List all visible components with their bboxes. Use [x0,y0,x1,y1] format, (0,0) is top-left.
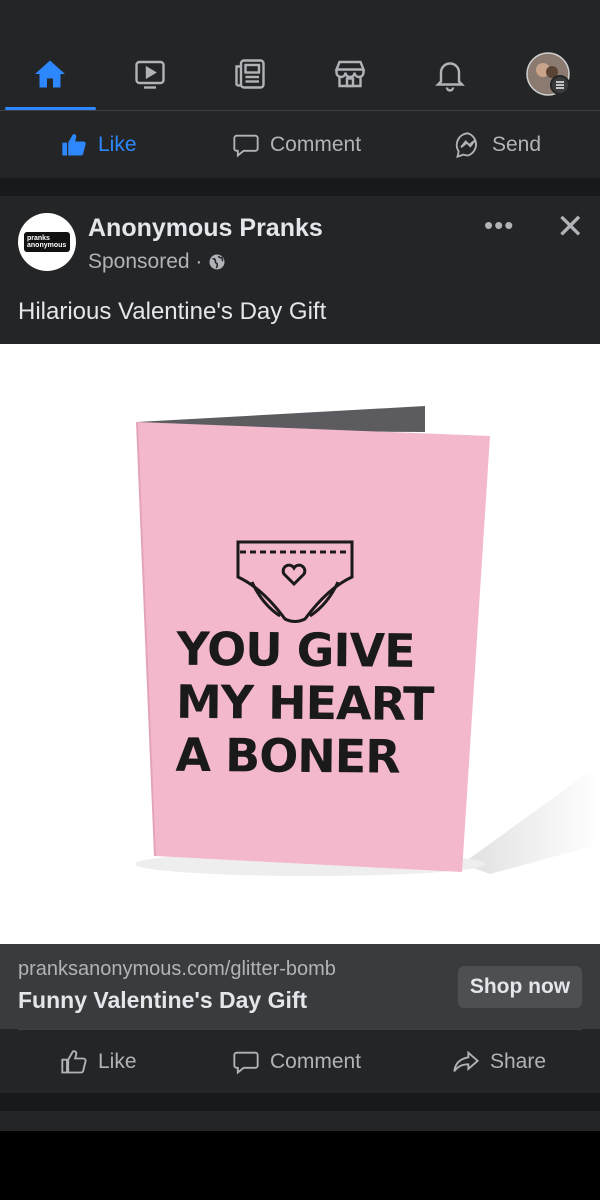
top-navigation-bar [0,0,600,110]
card-text-line-3: A BONER [175,727,400,784]
page-avatar[interactable]: pranks anonymous [18,213,76,271]
logo-line-2: anonymous [27,242,67,249]
send-label: Send [492,132,542,156]
logo-line-1: pranks [27,235,50,242]
feed-gap [0,178,600,196]
send-button[interactable]: Send [454,111,541,178]
sponsored-label: Sponsored · [88,250,203,273]
thumbs-up-icon [61,1049,87,1073]
share-label: Share [490,1049,547,1073]
comment-button[interactable]: Comment [232,1030,361,1093]
comment-label: Comment [270,1049,362,1073]
like-button[interactable]: Like [60,1030,137,1093]
next-post-edge [0,1111,600,1131]
more-options-icon[interactable]: ••• [484,210,514,241]
post-text: Hilarious Valentine's Day Gift [18,298,327,325]
like-label: Like [98,132,137,156]
share-button[interactable]: Share [452,1030,546,1093]
feed-gap [0,1093,600,1111]
card-text-line-2: MY HEART [175,674,434,732]
comment-button[interactable]: Comment [232,111,361,178]
marketplace-icon[interactable] [328,52,372,96]
notifications-icon[interactable] [428,52,472,96]
share-icon [453,1050,480,1072]
post-image[interactable]: YOU GIVE MY HEART A BONER [0,344,600,944]
link-url: pranksanonymous.com/glitter-bomb [18,958,336,980]
card-text-line-1: YOU GIVE [176,621,415,678]
pranks-anonymous-logo: pranks anonymous [24,232,70,252]
close-icon[interactable]: ✕ [556,207,585,247]
sponsored-label-row: Sponsored · [88,250,226,274]
post-action-bar: Like Comment Share [0,1030,600,1093]
like-button[interactable]: Like [60,111,137,178]
comment-icon [233,134,259,157]
comment-icon [233,1051,259,1074]
watch-icon[interactable] [128,52,172,96]
page-name[interactable]: Anonymous Pranks [88,214,323,243]
home-icon[interactable] [28,52,72,96]
like-label: Like [98,1049,137,1073]
card-text: YOU GIVE MY HEART A BONER [175,621,456,784]
thumbs-up-icon [62,133,86,155]
previous-post-action-bar: Like Comment Send [0,111,600,178]
news-icon[interactable] [228,52,272,96]
link-title: Funny Valentine's Day Gift [18,987,308,1013]
messenger-icon [455,131,477,158]
system-bottom-area [0,1131,600,1200]
globe-icon [209,254,225,270]
comment-label: Comment [270,132,362,156]
profile-menu-icon[interactable] [526,52,570,96]
shop-now-button[interactable]: Shop now [458,966,582,1008]
